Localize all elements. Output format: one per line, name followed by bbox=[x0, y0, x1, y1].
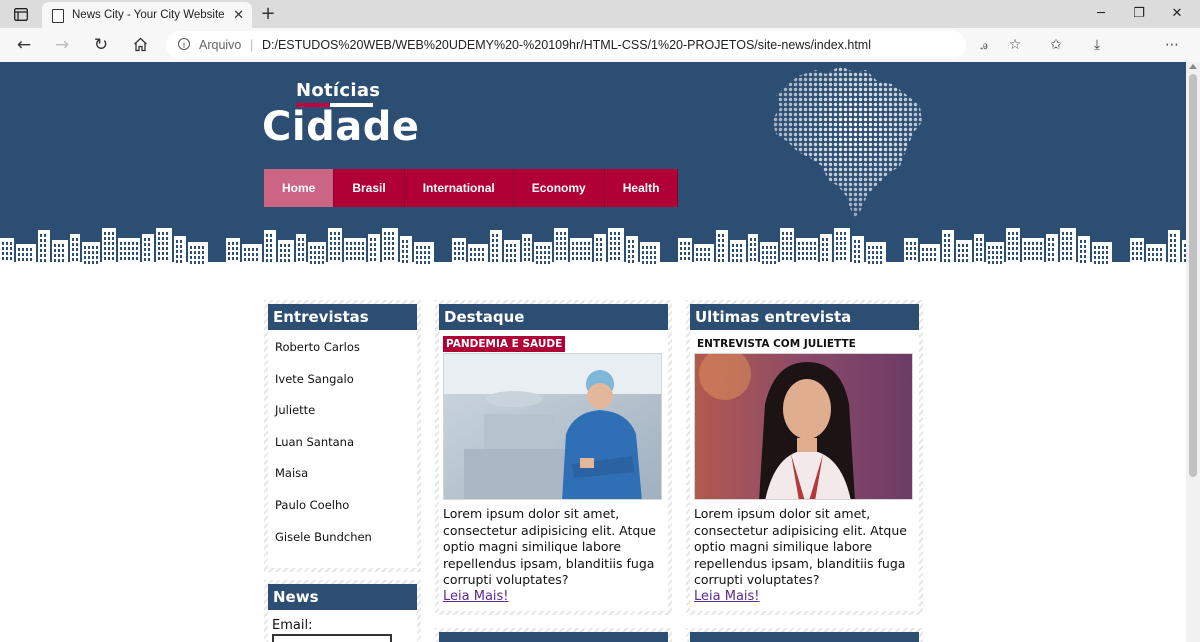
scroll-up-icon[interactable] bbox=[1189, 64, 1197, 69]
interview-item[interactable]: Roberto Carlos bbox=[268, 332, 417, 364]
read-aloud-icon[interactable]: ꭿ bbox=[970, 31, 998, 59]
nav-item-home[interactable]: Home bbox=[264, 169, 335, 207]
refresh-icon[interactable]: ↻ bbox=[87, 31, 115, 59]
news-column: News Email: bbox=[264, 580, 421, 642]
latest-text: Lorem ipsum dolor sit amet, consectetur … bbox=[694, 506, 907, 588]
interviews-title: Entrevistas bbox=[268, 304, 417, 330]
more-icon[interactable]: ⋯ bbox=[1158, 31, 1186, 59]
next-section-title bbox=[690, 632, 919, 642]
window-close-icon[interactable]: ✕ bbox=[1154, 0, 1200, 28]
home-icon[interactable] bbox=[126, 31, 154, 59]
logo-main-text: Cidade bbox=[262, 104, 420, 150]
web-page: Notícias Cidade Home Brasil Internationa… bbox=[0, 62, 1186, 642]
nav-item-brasil[interactable]: Brasil bbox=[334, 169, 405, 207]
close-icon[interactable]: ✕ bbox=[233, 2, 244, 28]
main-nav: Home Brasil International Economy Health bbox=[264, 169, 679, 207]
interview-item[interactable]: Juliette bbox=[268, 395, 417, 427]
next-section-column bbox=[435, 628, 672, 642]
scrollbar-thumb[interactable] bbox=[1189, 74, 1197, 477]
page-scrollbar[interactable] bbox=[1186, 62, 1200, 642]
brazil-map-icon bbox=[772, 66, 922, 218]
browser-layout-icon[interactable] bbox=[7, 0, 35, 28]
interviews-column: Entrevistas Roberto Carlos Ivete Sangalo… bbox=[264, 300, 421, 572]
browser-tab-strip: News City - Your City Website ✕ + ─ ❐ ✕ bbox=[0, 0, 1200, 28]
browser-toolbar: ← → ↻ i Arquivo | D:/ESTUDOS%20WEB/WEB%2… bbox=[0, 28, 1200, 84]
interview-item[interactable]: Luan Santana bbox=[268, 427, 417, 459]
interview-item[interactable]: Ivete Sangalo bbox=[268, 364, 417, 396]
downloads-icon[interactable]: ⤓ bbox=[1083, 31, 1111, 59]
interview-item[interactable]: Gisele Bundchen bbox=[268, 522, 417, 554]
read-more-link[interactable]: Leia Mais! bbox=[690, 589, 919, 605]
page-favicon bbox=[52, 9, 64, 23]
highlight-column: Destaque PANDEMIA E SAUDE Lorem ipsum do… bbox=[435, 300, 672, 615]
nav-item-international[interactable]: International bbox=[404, 169, 514, 207]
read-more-link[interactable]: Leia Mais! bbox=[439, 589, 668, 605]
news-title: News bbox=[268, 584, 417, 610]
back-icon[interactable]: ← bbox=[10, 31, 38, 59]
juliette-photo bbox=[694, 353, 913, 500]
email-label: Email: bbox=[272, 618, 313, 633]
latest-title: Ultimas entrevista bbox=[690, 304, 919, 330]
scheme-label: Arquivo bbox=[199, 38, 242, 52]
browser-tab[interactable]: News City - Your City Website ✕ bbox=[42, 2, 252, 28]
city-skyline-graphic bbox=[0, 228, 1186, 264]
site-header: Notícias Cidade Home Brasil Internationa… bbox=[0, 62, 1186, 264]
latest-interview-column: Ultimas entrevista ENTREVISTA COM JULIET… bbox=[686, 300, 923, 615]
interview-item[interactable]: Maisa bbox=[268, 458, 417, 490]
url-text[interactable]: D:/ESTUDOS%20WEB/WEB%20UDEMY%20-%20109hr… bbox=[262, 31, 871, 59]
logo-top-text: Notícias bbox=[296, 80, 381, 101]
new-tab-button[interactable]: + bbox=[256, 0, 280, 28]
interview-item[interactable]: Paulo Coelho bbox=[268, 490, 417, 522]
next-section-column bbox=[686, 628, 923, 642]
address-bar[interactable]: i Arquivo | D:/ESTUDOS%20WEB/WEB%20UDEMY… bbox=[166, 31, 966, 59]
favorites-icon[interactable]: ✩ bbox=[1042, 31, 1070, 59]
email-field[interactable] bbox=[272, 634, 392, 642]
forward-icon[interactable]: → bbox=[48, 31, 76, 59]
add-favorite-icon[interactable]: ☆ bbox=[1001, 31, 1029, 59]
nav-item-health[interactable]: Health bbox=[604, 169, 679, 207]
interview-tag: ENTREVISTA COM JULIETTE bbox=[697, 338, 856, 350]
highlight-text: Lorem ipsum dolor sit amet, consectetur … bbox=[443, 506, 656, 588]
category-tag: PANDEMIA E SAUDE bbox=[443, 336, 566, 352]
next-section-title bbox=[439, 632, 668, 642]
tab-title: News City - Your City Website bbox=[72, 9, 225, 21]
nav-item-economy[interactable]: Economy bbox=[513, 169, 605, 207]
info-icon[interactable]: i bbox=[178, 38, 190, 50]
doctor-photo bbox=[443, 353, 662, 500]
highlight-title: Destaque bbox=[439, 304, 668, 330]
url-separator: | bbox=[250, 38, 254, 52]
